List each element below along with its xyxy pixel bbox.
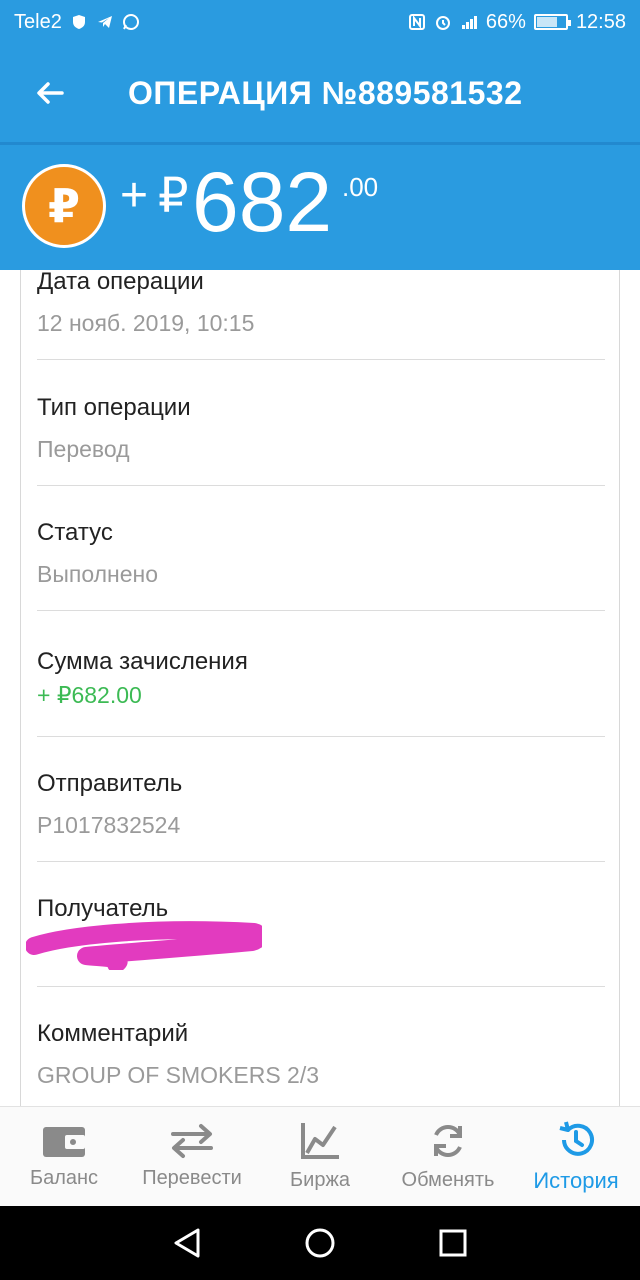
- nav-balance[interactable]: Баланс: [0, 1107, 128, 1206]
- nav-swap[interactable]: Обменять: [384, 1107, 512, 1206]
- clock: 12:58: [575, 10, 626, 33]
- nav-label: Обменять: [401, 1169, 495, 1191]
- system-navigation-bar: [0, 1206, 640, 1280]
- status-bar: Tele2 66% 12:58: [0, 0, 640, 44]
- carrier-name: Tele2: [14, 10, 62, 33]
- telegram-icon: [97, 16, 112, 28]
- wallet-icon: [43, 1127, 85, 1157]
- detail-value: GROUP OF SMOKERS 2/3: [37, 1062, 320, 1088]
- amount-sign: +: [120, 169, 149, 222]
- redaction-scribble: [26, 921, 262, 970]
- battery-level: [536, 17, 557, 27]
- detail-row-sender: Отправитель P1017832524: [37, 770, 605, 862]
- nav-label: Баланс: [29, 1167, 99, 1189]
- detail-value: 12 нояб. 2019, 10:15: [37, 310, 255, 336]
- detail-label: Комментарий: [37, 1020, 189, 1047]
- amount-currency: ₽: [158, 170, 189, 223]
- detail-row-type: Тип операции Перевод: [37, 394, 605, 486]
- transfer-arrows-icon: [171, 1124, 213, 1158]
- detail-value: Перевод: [37, 436, 130, 462]
- nav-label: Биржа: [290, 1169, 350, 1191]
- detail-label: Сумма зачисления: [37, 648, 248, 675]
- battery-icon: [533, 14, 571, 30]
- chart-icon: [301, 1123, 339, 1159]
- triangle-back-icon: [174, 1228, 200, 1258]
- detail-label: Статус: [37, 519, 113, 546]
- system-home-button[interactable]: [300, 1223, 340, 1263]
- detail-row-comment: Комментарий GROUP OF SMOKERS 2/3: [37, 1020, 605, 1110]
- detail-label: Тип операции: [37, 394, 191, 421]
- nav-transfer[interactable]: Перевести: [128, 1107, 256, 1206]
- back-button[interactable]: [0, 44, 100, 142]
- nav-exchange-market[interactable]: Биржа: [256, 1107, 384, 1206]
- detail-label: Отправитель: [37, 770, 183, 797]
- detail-label: Дата операции: [37, 270, 204, 295]
- history-icon: [559, 1121, 594, 1156]
- system-back-button[interactable]: [167, 1223, 207, 1263]
- page-title: ОПЕРАЦИЯ №889581532: [128, 74, 523, 111]
- shield-icon: [72, 15, 85, 29]
- operation-details-card: Дата операции 12 нояб. 2019, 10:15 Тип о…: [20, 270, 620, 1110]
- nav-label: История: [533, 1167, 619, 1193]
- ruble-coin-icon: ₽: [22, 164, 106, 248]
- app-bar: ОПЕРАЦИЯ №889581532: [0, 44, 640, 142]
- whatsapp-icon: [122, 14, 139, 30]
- detail-row-date: Дата операции 12 нояб. 2019, 10:15: [37, 270, 605, 360]
- refresh-icon: [434, 1125, 462, 1157]
- system-recents-button[interactable]: [433, 1223, 473, 1263]
- detail-row-status: Статус Выполнено: [37, 519, 605, 611]
- detail-value: + ₽682.00: [37, 682, 142, 708]
- nav-history[interactable]: История: [512, 1107, 640, 1206]
- nav-label: Перевести: [142, 1167, 242, 1189]
- amount-value: 682: [192, 155, 333, 249]
- detail-value: Выполнено: [37, 561, 159, 587]
- detail-row-credited-amount: Сумма зачисления + ₽682.00: [37, 648, 605, 737]
- bottom-navigation: Баланс Перевести Биржа Обменять История: [0, 1106, 640, 1206]
- circle-home-icon: [305, 1228, 335, 1258]
- detail-value: P1017832524: [37, 812, 181, 838]
- amount-cents: .00: [342, 172, 379, 202]
- arrow-left-icon: [37, 82, 64, 104]
- signal-icon: [461, 16, 477, 29]
- square-recents-icon: [439, 1229, 467, 1257]
- battery-percent: 66%: [485, 10, 526, 33]
- alarm-icon: [435, 16, 450, 30]
- nfc-icon: [408, 14, 425, 30]
